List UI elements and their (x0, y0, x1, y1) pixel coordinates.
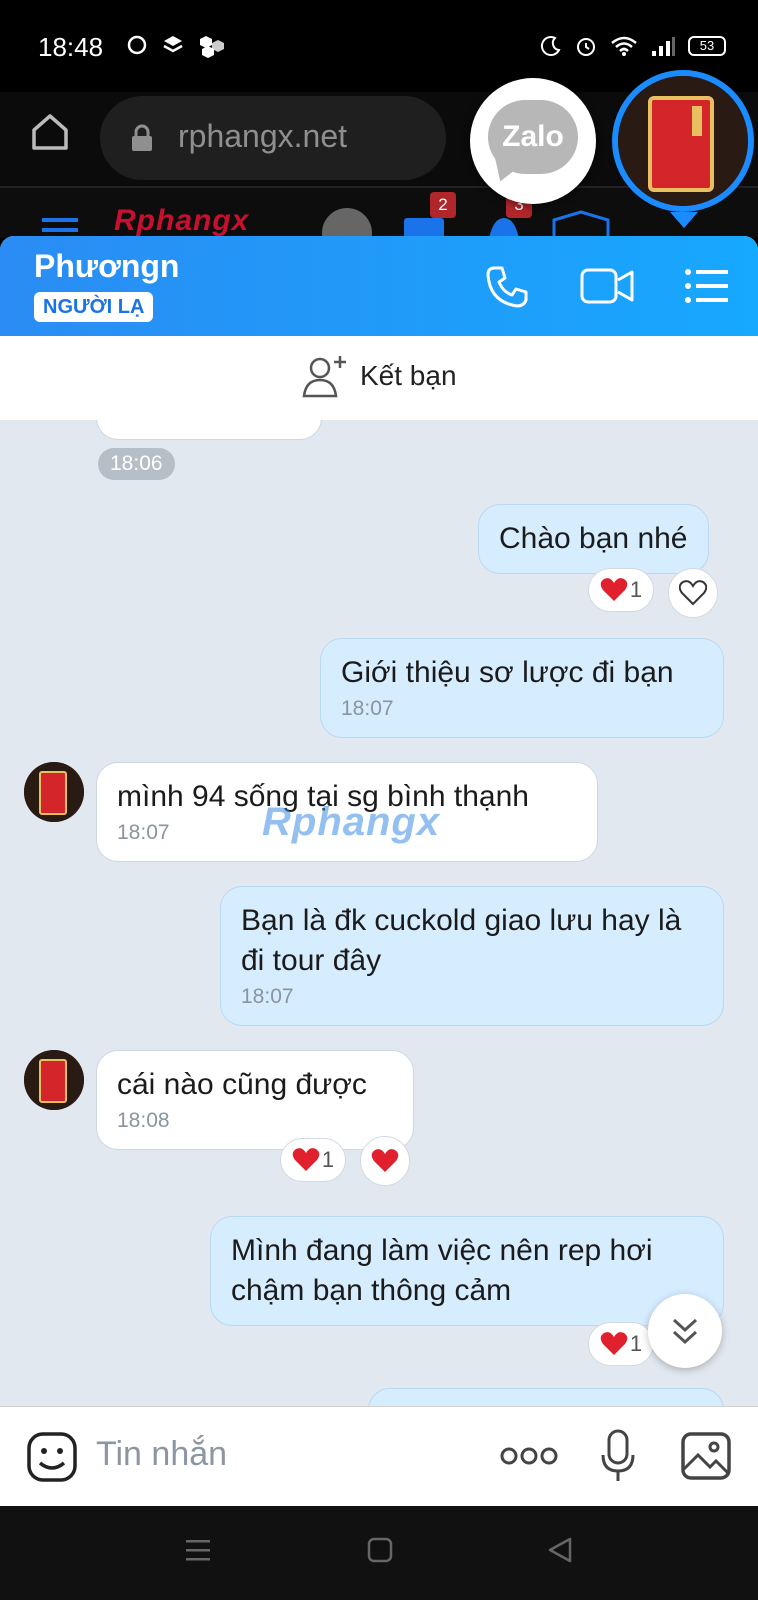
lighter-avatar-image (24, 1050, 84, 1110)
message-bubble-outgoing[interactable]: Giới thiệu sơ lược đi bạn 18:07 (320, 638, 724, 738)
list-menu-icon[interactable] (684, 266, 730, 306)
circle-icon (127, 35, 147, 55)
message-input[interactable]: Tin nhắn (96, 1435, 227, 1474)
lock-icon (132, 124, 152, 151)
scroll-to-bottom-button[interactable] (648, 1294, 722, 1368)
double-chevron-down-icon (672, 1318, 698, 1345)
message-bubble-incoming[interactable]: cái nào cũng được 18:08 (96, 1050, 414, 1150)
site-watermark: Rphangx (262, 800, 441, 844)
home-icon[interactable] (28, 110, 72, 154)
site-logo[interactable]: Rphangx (114, 204, 249, 238)
microphone-icon[interactable] (600, 1429, 636, 1485)
mail-icon[interactable] (402, 216, 446, 238)
message-text: Mình đang làm việc nên rep hơi chậm bạn … (231, 1234, 653, 1307)
message-text: Chào bạn nhé (499, 522, 688, 555)
mail-count-badge: 2 (430, 192, 456, 218)
sticker-icon[interactable] (26, 1431, 78, 1483)
menu-icon[interactable] (42, 216, 82, 238)
zalo-floating-button[interactable]: Zalo (470, 78, 596, 204)
message-text: Bạn là đk cuckold giao lưu hay là đi tou… (241, 904, 682, 977)
react-button[interactable] (668, 568, 718, 618)
chat-header: Phươngn NGƯỜI LẠ (0, 236, 758, 336)
layers-icon (163, 36, 183, 53)
contact-avatar[interactable] (24, 762, 84, 822)
recent-apps-icon[interactable] (184, 1536, 212, 1564)
alarm-icon (577, 38, 595, 56)
system-nav-bar (0, 1506, 758, 1600)
status-bar: 18:48 53 (0, 0, 758, 92)
vip-icon[interactable] (550, 210, 612, 238)
contact-name[interactable]: Phươngn (34, 248, 179, 285)
message-composer: Tin nhắn (0, 1406, 758, 1506)
heart-icon (600, 1332, 628, 1355)
signal-icon (652, 37, 675, 56)
message-time: 18:08 (117, 1109, 170, 1132)
address-bar[interactable]: rphangx.net (100, 96, 446, 180)
home-nav-icon[interactable] (366, 1536, 394, 1564)
battery-indicator: 53 (688, 36, 726, 56)
message-list[interactable]: 18:06 Chào bạn nhé 1 Giới thiệu sơ lược … (0, 420, 758, 1430)
status-left-icons (126, 34, 226, 58)
reaction-summary[interactable]: 1 (588, 1322, 654, 1366)
hexagons-icon (200, 36, 224, 58)
site-avatar[interactable] (322, 208, 372, 238)
status-right-icons: 53 (540, 34, 726, 58)
reaction-count: 1 (629, 1331, 643, 1356)
heart-outline-icon (679, 580, 707, 606)
message-text: Giới thiệu sơ lược đi bạn (341, 656, 674, 689)
stranger-tag: NGƯỜI LẠ (34, 292, 154, 322)
phone-call-icon[interactable] (484, 264, 530, 310)
lighter-avatar-image (618, 76, 748, 206)
wifi-icon (611, 36, 637, 56)
message-bubble-outgoing[interactable]: Bạn là đk cuckold giao lưu hay là đi tou… (220, 886, 724, 1026)
back-icon[interactable] (546, 1536, 574, 1564)
heart-icon (371, 1149, 399, 1172)
lighter-avatar-image (24, 762, 84, 822)
time-separator: 18:06 (98, 448, 175, 480)
reaction-summary[interactable]: 1 (280, 1138, 346, 1182)
message-bubble-outgoing[interactable]: Mình đang làm việc nên rep hơi chậm bạn … (210, 1216, 724, 1326)
moon-icon (540, 36, 561, 57)
chat-head-pointer (670, 212, 698, 228)
reaction-count: 1 (629, 577, 643, 602)
add-friend-bar[interactable]: Kết bạn (0, 336, 758, 420)
url-text: rphangx.net (178, 118, 348, 154)
message-time: 18:07 (341, 697, 394, 720)
more-options-icon[interactable] (500, 1445, 558, 1467)
message-time: 18:07 (241, 985, 294, 1008)
video-call-icon[interactable] (580, 266, 634, 306)
contact-avatar[interactable] (24, 1050, 84, 1110)
image-icon[interactable] (680, 1431, 732, 1481)
add-friend-icon (302, 356, 346, 398)
message-text: cái nào cũng được (117, 1068, 367, 1101)
message-bubble-previous[interactable] (96, 420, 322, 440)
add-friend-label: Kết bạn (360, 360, 457, 391)
chat-head-avatar[interactable] (612, 70, 754, 212)
reaction-summary[interactable]: 1 (588, 568, 654, 612)
heart-icon (600, 578, 628, 601)
heart-icon (292, 1148, 320, 1171)
reaction-count: 1 (321, 1147, 335, 1172)
message-bubble-outgoing[interactable]: Chào bạn nhé (478, 504, 709, 574)
chat-panel: Phươngn NGƯỜI LẠ Kết bạn 18:06 Chào bạn … (0, 236, 758, 1506)
react-button[interactable] (360, 1136, 410, 1186)
status-time: 18:48 (38, 32, 104, 62)
